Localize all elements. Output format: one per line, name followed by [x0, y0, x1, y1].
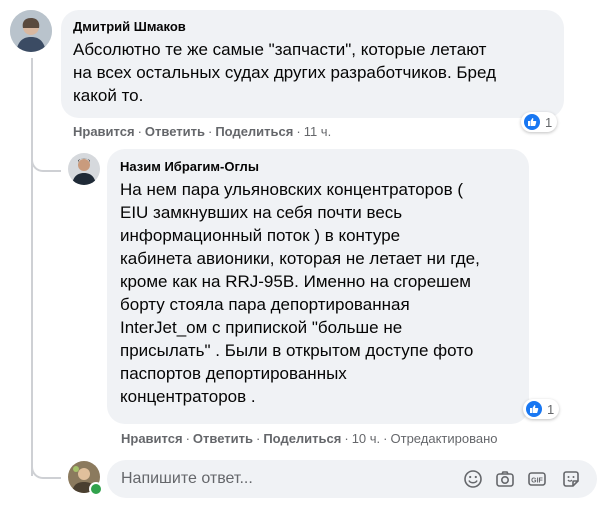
- thread-line-2: [31, 170, 33, 476]
- comment-timestamp[interactable]: 11 ч.: [304, 124, 332, 139]
- comment-line: InterJet_ом с припиской "больше не: [120, 318, 403, 337]
- comment-line: кроме как на RRJ-95B. Именно на сгорешем: [120, 272, 471, 291]
- like-reaction-icon: [524, 114, 540, 130]
- avatar-photo-icon: [10, 10, 52, 52]
- comment-author[interactable]: Дмитрий Шмаков: [73, 19, 496, 35]
- svg-text:GIF: GIF: [531, 477, 543, 484]
- comment-line: паспортов депортированных: [120, 364, 347, 383]
- emoji-icon[interactable]: [463, 469, 483, 489]
- comment-line: присылать" . Были в открытом доступе фот…: [120, 341, 474, 360]
- comment-line: Абсолютно те же самые "запчасти", которы…: [73, 40, 487, 59]
- comment-actions: Нравится · Ответить · Поделиться · 11 ч.: [73, 124, 332, 139]
- reaction-badge[interactable]: 1: [523, 399, 560, 419]
- comment-bubble: Назим Ибрагим-Оглы На нем пара ульяновск…: [107, 149, 529, 424]
- comment-text: На нем пара ульяновских концентраторов (…: [120, 178, 480, 408]
- comment-line: На нем пара ульяновских концентраторов (: [120, 180, 464, 199]
- like-button[interactable]: Нравится: [121, 431, 183, 446]
- share-button[interactable]: Поделиться: [263, 431, 341, 446]
- gif-icon[interactable]: GIF: [527, 469, 547, 489]
- comment-actions: Нравится · Ответить · Поделиться · 10 ч. · Отред…: [121, 431, 498, 446]
- comment-line: концентраторов .: [120, 387, 256, 406]
- edited-label: Отредактировано: [390, 431, 498, 446]
- online-status-indicator: [89, 482, 103, 496]
- comment-line: EIU замкнувших на себя почти весь: [120, 203, 403, 222]
- comment-author[interactable]: Назим Ибрагим-Оглы: [120, 159, 480, 175]
- avatar[interactable]: [10, 10, 52, 52]
- share-button[interactable]: Поделиться: [215, 124, 293, 139]
- comment-line: какой то.: [73, 86, 144, 105]
- comment-timestamp[interactable]: 10 ч.: [352, 431, 380, 446]
- reply-button[interactable]: Ответить: [193, 431, 253, 446]
- comment-line: кабинета авионики, которая не летает ни …: [120, 249, 480, 268]
- reaction-badge[interactable]: 1: [521, 112, 558, 132]
- comment-line: информационный поток ) в контуре: [120, 226, 401, 245]
- composer-connector: [31, 455, 61, 479]
- comment-bubble: Дмитрий Шмаков Абсолютно те же самые "за…: [61, 10, 564, 118]
- reply-input[interactable]: [121, 460, 441, 498]
- reply-composer: GIF: [107, 460, 597, 498]
- comment-text: Абсолютно те же самые "запчасти", которы…: [73, 38, 496, 107]
- comment-line: борту стояла пара депортированная: [120, 295, 410, 314]
- avatar[interactable]: [68, 153, 100, 185]
- camera-icon[interactable]: [495, 469, 515, 489]
- like-reaction-icon: [526, 401, 542, 417]
- sticker-icon[interactable]: [561, 469, 581, 489]
- reply-button[interactable]: Ответить: [145, 124, 205, 139]
- like-button[interactable]: Нравится: [73, 124, 135, 139]
- avatar-photo-icon: [68, 153, 100, 185]
- reaction-count: 1: [547, 401, 555, 417]
- reply-connector: [31, 150, 61, 172]
- reaction-count: 1: [545, 114, 553, 130]
- comment-line: на всех остальных судах других разработч…: [73, 63, 497, 82]
